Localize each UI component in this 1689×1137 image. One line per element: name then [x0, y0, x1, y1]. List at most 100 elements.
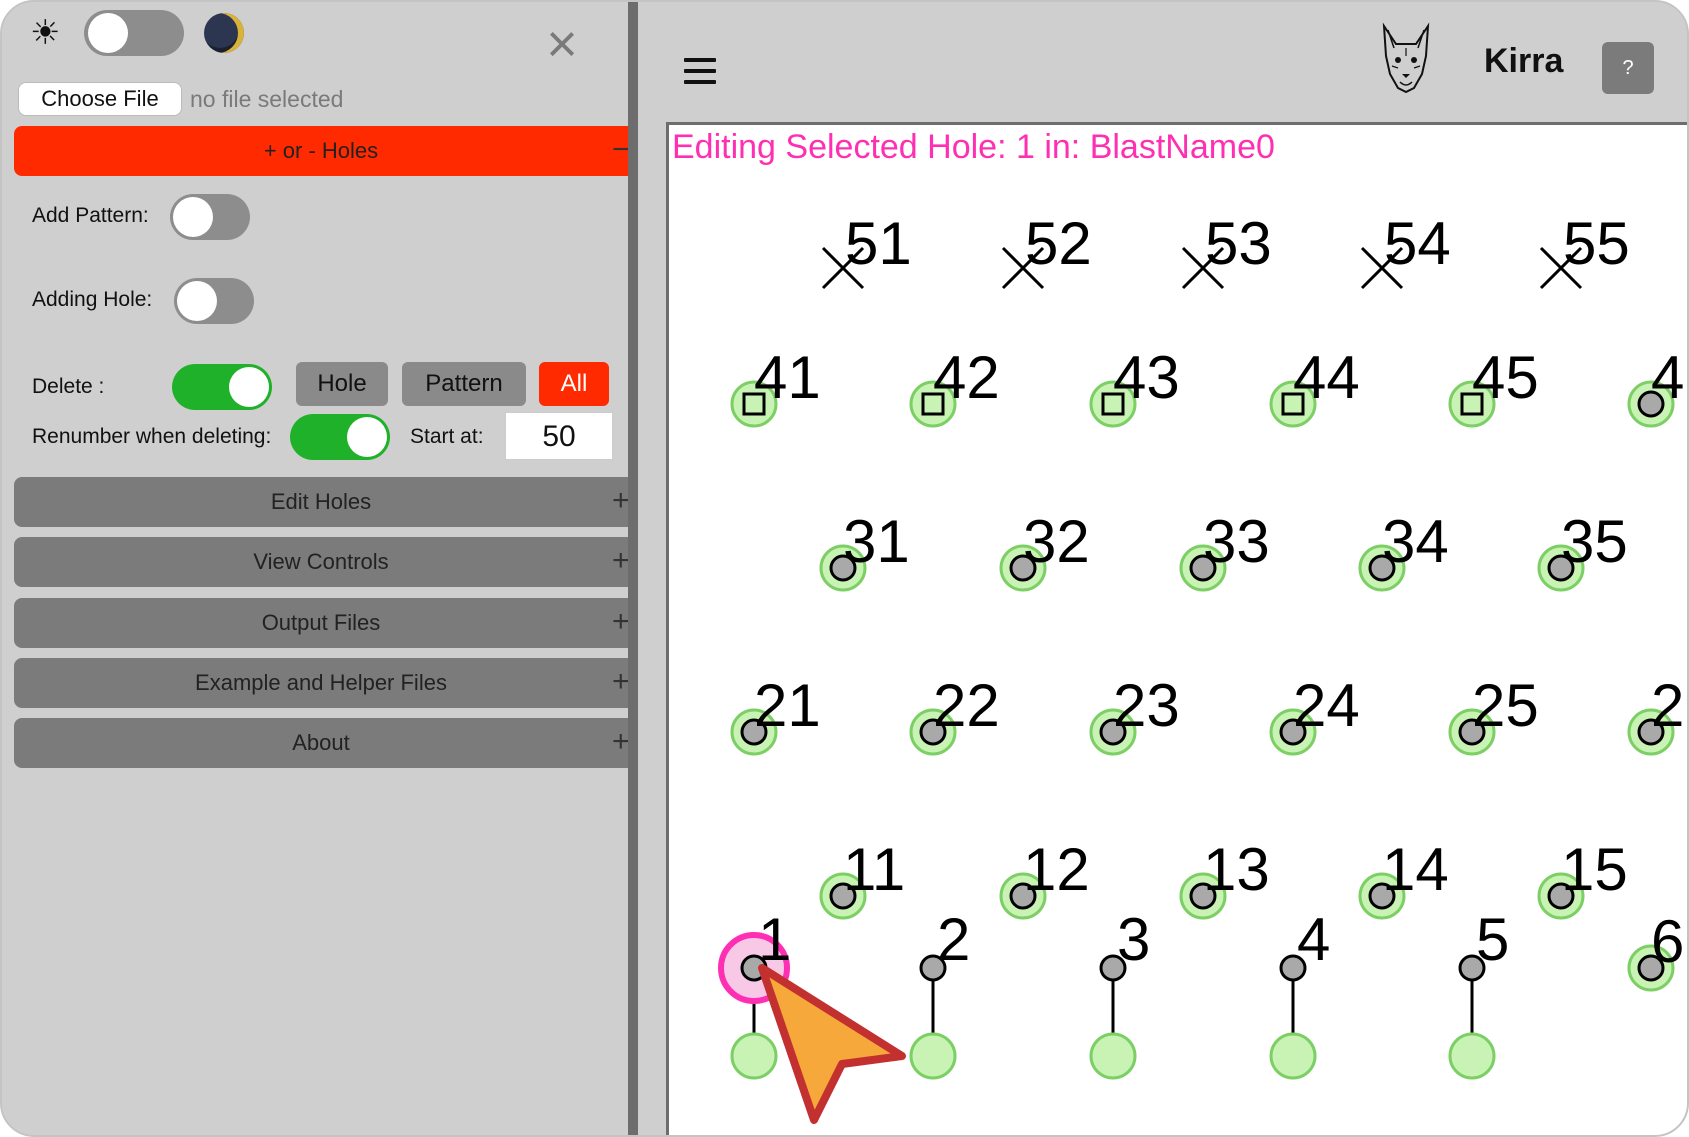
close-icon[interactable]: × [538, 16, 586, 72]
delete-toggle[interactable] [172, 364, 272, 410]
help-button[interactable]: ? [1602, 42, 1654, 94]
hole-label: 11 [843, 836, 905, 903]
hole-52[interactable]: 52 [1001, 210, 1092, 290]
hole-label: 3 [1117, 906, 1150, 973]
hole-12[interactable]: 12 [999, 836, 1090, 920]
hole-4[interactable]: 4 [1269, 906, 1330, 1080]
hole-41[interactable]: 41 [730, 344, 821, 428]
sidebar-resize-handle[interactable] [628, 2, 638, 1135]
hole-3[interactable]: 3 [1089, 906, 1150, 1080]
section-label: Output Files [261, 610, 381, 635]
hole-label: 43 [1113, 344, 1180, 411]
hole-label: 21 [754, 672, 821, 739]
hole-label: 14 [1382, 836, 1449, 903]
hole-2[interactable]: 2 [1627, 672, 1684, 756]
hole-23[interactable]: 23 [1089, 672, 1180, 756]
brand-name: Kirra [1484, 42, 1564, 80]
delete-hole-button[interactable]: Hole [296, 362, 388, 406]
choose-file-button[interactable]: Choose File [18, 82, 182, 116]
hole-label: 35 [1561, 508, 1628, 575]
hole-34[interactable]: 34 [1358, 508, 1449, 592]
toe-marker [1269, 1032, 1317, 1080]
hole-44[interactable]: 44 [1269, 344, 1360, 428]
dog-logo-icon [1382, 22, 1430, 94]
section-holes-header[interactable]: + or - Holes − [14, 126, 630, 176]
delete-label: Delete : [32, 375, 105, 398]
file-picker: Choose File no file selected [18, 82, 343, 116]
hole-32[interactable]: 32 [999, 508, 1090, 592]
adding-hole-toggle[interactable] [174, 278, 254, 324]
hole-label: 5 [1476, 906, 1509, 973]
hole-55[interactable]: 55 [1539, 210, 1630, 290]
start-at-input[interactable]: 50 [505, 412, 613, 460]
section-label: Edit Holes [270, 489, 372, 514]
hole-label: 54 [1384, 210, 1451, 277]
hole-6[interactable]: 6 [1627, 908, 1684, 992]
hole-45[interactable]: 45 [1448, 344, 1539, 428]
toggle-knob [88, 13, 128, 53]
expand-icon: + [612, 484, 630, 517]
section-edit-holes[interactable]: Edit Holes + [14, 477, 630, 527]
section-output-files[interactable]: Output Files + [14, 598, 630, 648]
hole-label: 15 [1561, 836, 1628, 903]
section-example-helper-files[interactable]: Example and Helper Files + [14, 658, 630, 708]
toe-marker [909, 1032, 957, 1080]
hole-11[interactable]: 11 [819, 836, 905, 920]
file-status: no file selected [190, 85, 344, 112]
renumber-toggle[interactable] [290, 414, 390, 460]
hole-35[interactable]: 35 [1537, 508, 1628, 592]
hole-5[interactable]: 5 [1448, 906, 1509, 1080]
hole-4[interactable]: 4 [1627, 344, 1684, 428]
hole-label: 22 [933, 672, 1000, 739]
hole-label: 53 [1205, 210, 1272, 277]
toggle-knob [229, 367, 269, 407]
hole-label: 55 [1563, 210, 1630, 277]
hole-label: 13 [1203, 836, 1270, 903]
toe-marker [1089, 1032, 1137, 1080]
hole-13[interactable]: 13 [1179, 836, 1270, 920]
hole-label: 4 [1297, 906, 1330, 973]
hole-21[interactable]: 21 [730, 672, 821, 756]
hole-42[interactable]: 42 [909, 344, 1000, 428]
hole-22[interactable]: 22 [909, 672, 1000, 756]
hole-14[interactable]: 14 [1358, 836, 1449, 920]
hole-24[interactable]: 24 [1269, 672, 1360, 756]
hole-label: 2 [937, 906, 970, 973]
hole-label: 23 [1113, 672, 1180, 739]
hole-label: 33 [1203, 508, 1270, 575]
hamburger-menu-icon[interactable] [684, 58, 716, 84]
delete-all-button[interactable]: All [539, 362, 609, 406]
add-pattern-toggle[interactable] [170, 194, 250, 240]
hole-label: 51 [845, 210, 912, 277]
hole-label: 24 [1293, 672, 1360, 739]
hole-label: 31 [843, 508, 910, 575]
collapse-icon: − [612, 133, 630, 166]
hole-54[interactable]: 54 [1360, 210, 1451, 290]
delete-pattern-button[interactable]: Pattern [402, 362, 526, 406]
theme-toggle[interactable] [84, 10, 184, 56]
toe-marker [1448, 1032, 1496, 1080]
top-bar: Kirra ? [638, 2, 1687, 122]
expand-icon: + [612, 544, 630, 577]
hole-31[interactable]: 31 [819, 508, 910, 592]
hole-label: 4 [1651, 344, 1684, 411]
section-view-controls[interactable]: View Controls + [14, 537, 630, 587]
hole-label: 25 [1472, 672, 1539, 739]
expand-icon: + [612, 725, 630, 758]
hole-51[interactable]: 51 [821, 210, 912, 290]
section-about[interactable]: About + [14, 718, 630, 768]
hole-label: 2 [1651, 672, 1684, 739]
toggle-knob [173, 197, 213, 237]
sidebar: ☀ × Choose File no file selected + or - … [2, 2, 630, 1135]
renumber-label: Renumber when deleting: [32, 425, 272, 448]
hole-53[interactable]: 53 [1181, 210, 1272, 290]
hole-15[interactable]: 15 [1537, 836, 1628, 920]
hole-33[interactable]: 33 [1179, 508, 1270, 592]
hole-43[interactable]: 43 [1089, 344, 1180, 428]
hole-label: 44 [1293, 344, 1360, 411]
hole-2[interactable]: 2 [909, 906, 970, 1080]
add-pattern-label: Add Pattern: [32, 204, 149, 227]
hole-25[interactable]: 25 [1448, 672, 1539, 756]
expand-icon: + [612, 665, 630, 698]
hole-label: 32 [1023, 508, 1090, 575]
